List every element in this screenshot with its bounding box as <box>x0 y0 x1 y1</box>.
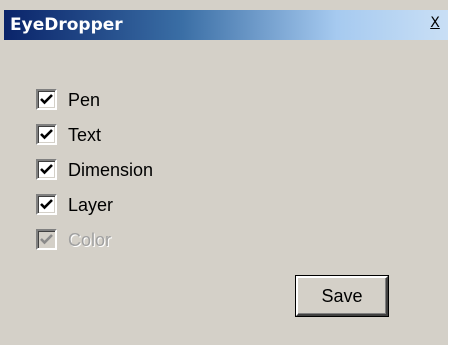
color-checkbox <box>36 229 57 250</box>
close-button[interactable]: X <box>424 12 446 32</box>
close-icon: X <box>430 15 440 31</box>
option-text[interactable]: Text <box>36 117 153 152</box>
checkmark-icon <box>40 129 53 140</box>
save-button[interactable]: Save <box>295 275 389 317</box>
eyedropper-dialog: EyeDropper X Pen Text Dimension Layer Co… <box>0 0 450 347</box>
checkmark-icon <box>40 164 53 175</box>
checkmark-icon <box>40 94 53 105</box>
option-color: Color <box>36 222 153 257</box>
option-label-layer: Layer <box>68 194 114 215</box>
checkmark-icon <box>40 234 53 245</box>
text-checkbox[interactable] <box>36 124 57 145</box>
pen-checkbox[interactable] <box>36 89 57 110</box>
option-label-text: Text <box>68 124 102 145</box>
title-bar[interactable]: EyeDropper X <box>4 10 448 40</box>
option-label-color: Color <box>68 229 112 250</box>
option-label-pen: Pen <box>68 89 101 110</box>
option-pen[interactable]: Pen <box>36 82 153 117</box>
layer-checkbox[interactable] <box>36 194 57 215</box>
options-list: Pen Text Dimension Layer Color <box>36 82 153 257</box>
window-title: EyeDropper <box>10 15 123 35</box>
option-dimension[interactable]: Dimension <box>36 152 153 187</box>
checkmark-icon <box>40 199 53 210</box>
option-layer[interactable]: Layer <box>36 187 153 222</box>
dimension-checkbox[interactable] <box>36 159 57 180</box>
option-label-dimension: Dimension <box>68 159 154 180</box>
